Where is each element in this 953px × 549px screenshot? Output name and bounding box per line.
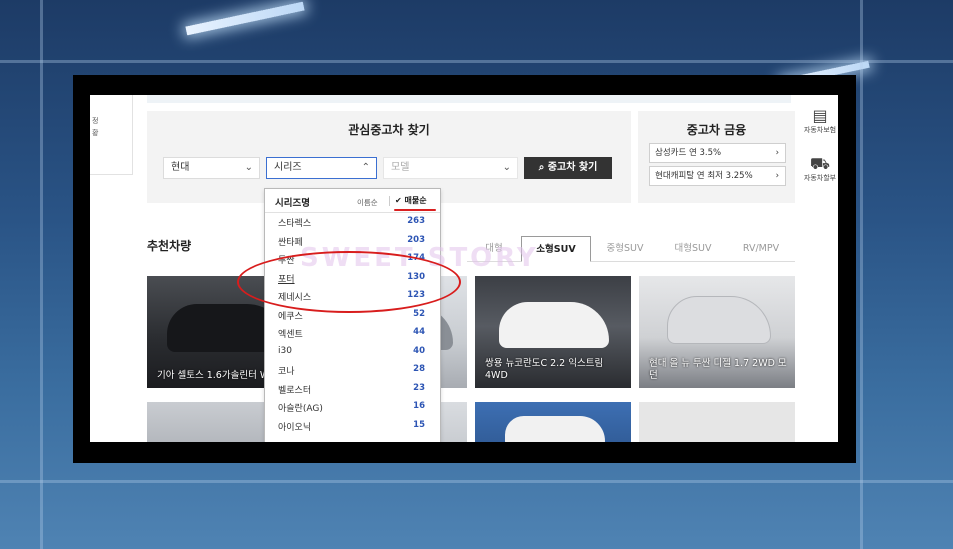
finance-panel: 중고차 금융 삼성카드 연 3.5% › 현대캐피탈 연 최저 3.25% › (638, 111, 795, 203)
series-option[interactable]: 엑센트 44 (265, 324, 440, 342)
car-photo (499, 302, 609, 348)
series-option-count: 15 (413, 419, 425, 430)
sort-by-listings[interactable]: ✔ 매물순 (395, 195, 427, 206)
finance-link-samsung[interactable]: 삼성카드 연 3.5% › (649, 143, 786, 163)
sidebar-item-installment[interactable]: ⛟ 자동차할부 (802, 155, 838, 183)
ceiling-beam (0, 60, 953, 63)
highlight-oval (237, 251, 461, 313)
left-menu-strip: 정 황 (90, 95, 133, 175)
car-card[interactable]: 쌍용 뉴코란도C 2.2 익스트림 4WD (475, 276, 631, 388)
car-card[interactable]: 현대 올 뉴 투싼 디젤 1.7 2WD 모던 (639, 276, 795, 388)
finance-title: 중고차 금융 (686, 123, 747, 137)
maker-value: 현대 (171, 162, 190, 173)
tab-large-suv[interactable]: 대형SUV (659, 236, 727, 262)
series-option-name: i30 (278, 345, 292, 356)
sidebar-item-label: 자동차할부 (803, 174, 837, 182)
car-photo (505, 416, 605, 442)
series-option-name: 스타렉스 (278, 219, 312, 229)
search-icon: ⌕ (538, 162, 545, 173)
car-caption: 쌍용 뉴코란도C 2.2 익스트림 4WD (485, 358, 604, 381)
document-car-icon: ▤ (812, 106, 828, 125)
left-menu-text[interactable]: 황 (92, 127, 132, 139)
series-option-count: 28 (413, 364, 425, 374)
model-placeholder: 모델 (391, 162, 410, 173)
series-value: 시리즈 (274, 162, 302, 173)
series-dropdown: 시리즈명 이름순 ✔ 매물순 스타렉스 263 싼타페 203 투싼 174 포터 130 제네… (264, 188, 441, 442)
ceiling-beam (860, 0, 863, 549)
series-option-name: 벨로스터 (278, 385, 312, 396)
series-option[interactable]: i30 40 (265, 343, 440, 361)
series-select[interactable]: 시리즈 ⌃ (266, 157, 377, 179)
find-car-button[interactable]: ⌕ 중고차 찾기 (524, 157, 612, 179)
series-option-name: 엑센트 (278, 330, 303, 340)
finance-link-hyundai[interactable]: 현대캐피탈 연 최저 3.25% › (649, 166, 786, 186)
chevron-up-icon: ⌃ (361, 162, 370, 173)
divider (389, 196, 390, 206)
finance-link-label: 삼성카드 연 3.5% (655, 148, 722, 158)
dropdown-title: 시리즈명 (275, 198, 310, 209)
series-option-name: 코나 (278, 367, 295, 377)
chevron-down-icon: ⌄ (244, 162, 253, 173)
series-option-count: 16 (413, 401, 425, 411)
dropdown-header: 시리즈명 이름순 ✔ 매물순 (265, 189, 440, 213)
maker-select[interactable]: 현대 ⌄ (163, 157, 260, 179)
car-finance-icon: ⛟ (809, 154, 831, 173)
series-option-count: 263 (407, 216, 425, 226)
series-option[interactable]: 아이오닉 15 (265, 417, 440, 435)
series-option-count: 40 (413, 345, 425, 356)
series-option-name: 에쿠스 (278, 311, 303, 322)
model-select[interactable]: 모델 ⌄ (383, 157, 518, 179)
series-option[interactable]: 벨로스터 23 (265, 380, 440, 398)
car-card[interactable] (475, 402, 631, 442)
chevron-right-icon: › (775, 171, 779, 181)
tab-mid-suv[interactable]: 중형SUV (591, 236, 659, 262)
sidebar-item-insurance[interactable]: ▤ 자동차보험 (802, 107, 838, 135)
tab-rv-mpv[interactable]: RV/MPV (727, 236, 795, 262)
series-option-count: 44 (413, 327, 425, 337)
series-option[interactable]: 스타렉스 263 (265, 213, 440, 231)
finance-link-label: 현대캐피탈 연 최저 3.25% (655, 171, 753, 181)
recommended-title: 추천차량 (147, 239, 192, 253)
left-menu-text[interactable]: 정 (92, 115, 132, 127)
series-option-count: 23 (413, 382, 425, 393)
ceiling-beam (0, 480, 953, 483)
ceiling-beam (40, 0, 43, 549)
search-title: 관심중고차 찾기 (348, 123, 430, 137)
series-option[interactable]: 아슬란(AG) 16 (265, 398, 440, 416)
car-caption: 현대 올 뉴 투싼 디젤 1.7 2WD 모던 (649, 358, 787, 381)
sort-by-name[interactable]: 이름순 (357, 197, 378, 208)
red-underline (394, 209, 436, 211)
top-band (147, 95, 791, 103)
car-card[interactable] (639, 402, 795, 442)
find-car-label: 중고차 찾기 (547, 162, 598, 173)
series-option-name: 아슬란(AG) (278, 404, 323, 414)
chevron-right-icon: › (775, 148, 779, 158)
sidebar-item-label: 자동차보험 (803, 126, 837, 134)
series-option-count: 52 (413, 308, 425, 319)
series-option-name: 아이오닉 (278, 422, 312, 433)
series-option[interactable]: 코나 28 (265, 361, 440, 379)
car-photo (667, 296, 771, 344)
ceiling-light (185, 1, 305, 36)
chevron-down-icon: ⌄ (502, 162, 511, 173)
